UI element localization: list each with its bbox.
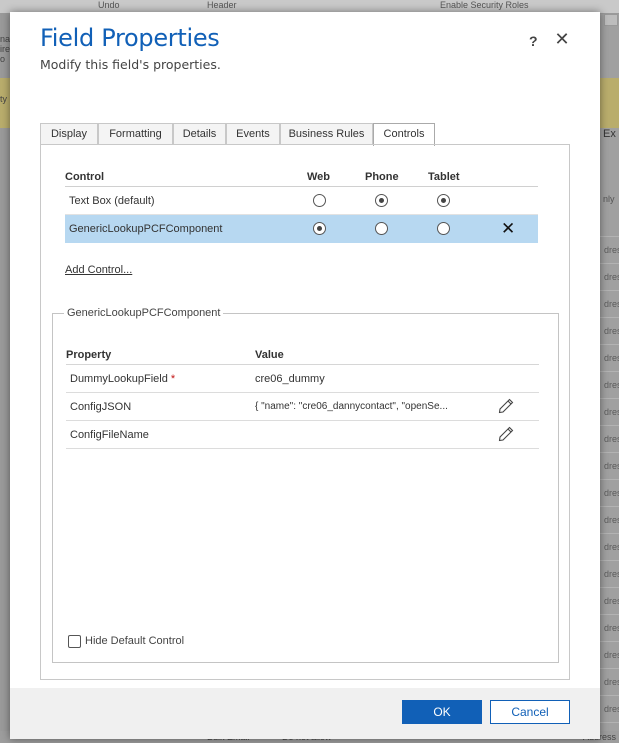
tablet-radio[interactable] (437, 222, 450, 235)
bg-left-fragment: ty (0, 94, 8, 104)
bg-list-row: dres (600, 425, 619, 452)
control-name: Text Box (default) (69, 195, 155, 207)
property-row[interactable]: DummyLookupField * cre06_dummy (66, 365, 539, 393)
help-icon[interactable]: ? (529, 33, 538, 49)
bg-list-row: dres (600, 533, 619, 560)
phone-radio[interactable] (375, 194, 388, 207)
bg-list-row: dres (600, 236, 619, 263)
bg-left-fragment: o (0, 54, 6, 64)
bg-list-row: dres (600, 479, 619, 506)
background-left-strip: na ire o ty (0, 14, 10, 743)
bg-undo-label: Undo (98, 0, 120, 10)
bg-list-row: dres (600, 614, 619, 641)
bg-grip-icon (604, 14, 618, 26)
field-properties-dialog: Field Properties Modify this field's pro… (10, 12, 600, 739)
dialog-subtitle: Modify this field's properties. (40, 57, 221, 72)
hide-default-label: Hide Default Control (85, 635, 185, 647)
bg-right-header: Ex (603, 128, 616, 140)
col-web: Web (307, 171, 331, 183)
web-radio[interactable] (313, 194, 326, 207)
bg-list-row: dres (600, 506, 619, 533)
tab-details[interactable]: Details (173, 123, 226, 145)
col-value: Value (255, 349, 284, 361)
property-name: DummyLookupField * (70, 373, 175, 385)
bg-right-fragment: nly (603, 194, 615, 204)
tab-formatting[interactable]: Formatting (98, 123, 173, 145)
tab-business-rules[interactable]: Business Rules (280, 123, 373, 145)
property-name: ConfigJSON (70, 401, 132, 413)
control-name: GenericLookupPCFComponent (69, 223, 223, 235)
properties-table-header: Property Value (66, 342, 539, 365)
bg-list-row: dres (600, 290, 619, 317)
col-control: Control (65, 171, 105, 183)
property-row[interactable]: ConfigFileName (66, 421, 539, 449)
remove-control-icon[interactable]: ✕ (501, 220, 515, 237)
bg-list-row: dres (600, 452, 619, 479)
bg-list-row: dres (600, 398, 619, 425)
pencil-icon[interactable] (498, 426, 514, 442)
bg-list-row: dres (600, 695, 619, 722)
bg-list-row: dres (600, 560, 619, 587)
properties-legend: GenericLookupPCFComponent (64, 307, 224, 319)
property-name: ConfigFileName (70, 429, 149, 441)
tablet-radio[interactable] (437, 194, 450, 207)
add-control-link[interactable]: Add Control... (65, 264, 132, 276)
ok-button[interactable]: OK (402, 700, 482, 724)
bg-list-row: dres (600, 641, 619, 668)
control-properties-group: GenericLookupPCFComponent Property Value… (52, 307, 559, 663)
tab-events[interactable]: Events (226, 123, 280, 145)
tab-controls[interactable]: Controls (373, 123, 435, 146)
tab-display[interactable]: Display (40, 123, 98, 145)
col-phone: Phone (365, 171, 399, 183)
bg-header-label: Header (207, 0, 237, 10)
property-value: cre06_dummy (255, 373, 325, 385)
phone-radio[interactable] (375, 222, 388, 235)
bg-left-fragment: ire (0, 44, 10, 54)
close-icon[interactable]: ✕ (553, 30, 571, 48)
col-tablet: Tablet (428, 171, 460, 183)
control-row[interactable]: GenericLookupPCFComponent ✕ (65, 215, 538, 243)
controls-tab-panel: Control Web Phone Tablet Text Box (defau… (40, 144, 570, 680)
control-row[interactable]: Text Box (default) (65, 187, 538, 215)
bg-list-row: dres (600, 344, 619, 371)
cancel-button[interactable]: Cancel (490, 700, 570, 724)
dialog-title: Field Properties (40, 24, 220, 52)
bg-left-fragment: na (0, 34, 10, 44)
bg-right-highlight (600, 78, 619, 128)
bg-list-row: dres (600, 668, 619, 695)
bg-list-row: dres (600, 263, 619, 290)
required-mark: * (170, 373, 176, 385)
property-row[interactable]: ConfigJSON { "name": "cre06_dannycontact… (66, 393, 539, 421)
property-name-text: DummyLookupField (70, 373, 168, 385)
web-radio[interactable] (313, 222, 326, 235)
controls-table-header: Control Web Phone Tablet (65, 165, 538, 187)
bg-list-row: dres (600, 371, 619, 398)
pencil-icon[interactable] (498, 398, 514, 414)
hide-default-checkbox[interactable] (68, 635, 81, 648)
bg-list-row: dres (600, 587, 619, 614)
bg-security-label: Enable Security Roles (440, 0, 529, 10)
background-right-strip: Ex nly dresdresdresdresdresdresdresdresd… (600, 14, 619, 743)
property-value: { "name": "cre06_dannycontact", "openSe.… (255, 401, 448, 412)
col-property: Property (66, 349, 112, 361)
bg-list-row: dres (600, 317, 619, 344)
dialog-footer: OK Cancel (10, 688, 600, 739)
